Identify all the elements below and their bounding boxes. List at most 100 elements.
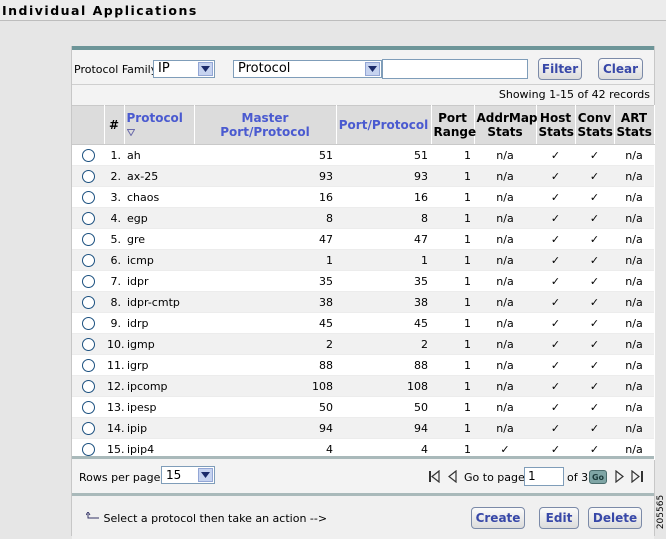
row-select-cell bbox=[72, 165, 104, 187]
row-host-stats: ✓ bbox=[536, 417, 575, 439]
row-select-radio[interactable] bbox=[81, 316, 95, 330]
table-row[interactable]: 9. idrp 45 45 1 n/a ✓ ✓ n/a bbox=[72, 312, 654, 334]
column-header-master-port[interactable]: Master Port/Protocol bbox=[194, 105, 337, 145]
host-line1: Host bbox=[539, 111, 572, 125]
row-art-stats: n/a bbox=[614, 228, 654, 250]
row-host-stats: ✓ bbox=[536, 228, 575, 250]
row-host-stats: ✓ bbox=[536, 396, 575, 418]
filter-field-select[interactable]: Protocol bbox=[233, 60, 382, 78]
action-bar: Select a protocol then take an action --… bbox=[72, 493, 654, 539]
row-select-radio[interactable] bbox=[81, 295, 95, 309]
row-select-cell bbox=[72, 207, 104, 229]
row-select-radio[interactable] bbox=[81, 211, 95, 225]
row-select-radio[interactable] bbox=[81, 169, 95, 183]
addrmap-line2: Stats bbox=[487, 125, 523, 139]
table-row[interactable]: 3. chaos 16 16 1 n/a ✓ ✓ n/a bbox=[72, 186, 654, 208]
row-master-port: 16 bbox=[194, 186, 336, 208]
row-art-stats: n/a bbox=[614, 417, 654, 439]
row-number: 13. bbox=[104, 396, 125, 418]
table-row[interactable]: 12. ipcomp 108 108 1 n/a ✓ ✓ n/a bbox=[72, 375, 654, 397]
row-art-stats: n/a bbox=[614, 333, 654, 355]
row-art-stats: n/a bbox=[614, 207, 654, 229]
row-master-port: 93 bbox=[194, 165, 336, 187]
row-protocol: idpr-cmtp bbox=[124, 291, 194, 313]
row-select-radio[interactable] bbox=[81, 421, 95, 435]
row-addrmap-stats: n/a bbox=[474, 354, 536, 376]
create-button[interactable]: Create bbox=[471, 507, 525, 529]
row-master-port: 8 bbox=[194, 207, 336, 229]
row-port-range: 1 bbox=[431, 417, 474, 439]
go-to-page-label: Go to page: bbox=[464, 471, 529, 484]
port-range-line2: Range bbox=[433, 125, 477, 139]
row-port-protocol: 16 bbox=[336, 186, 431, 208]
row-addrmap-stats: n/a bbox=[474, 333, 536, 355]
rows-per-page-select[interactable]: 15 bbox=[161, 466, 215, 484]
row-addrmap-stats: n/a bbox=[474, 186, 536, 208]
row-conv-stats: ✓ bbox=[575, 165, 614, 187]
filter-text-input[interactable] bbox=[382, 59, 528, 79]
row-select-radio[interactable] bbox=[81, 358, 95, 372]
table-row[interactable]: 5. gre 47 47 1 n/a ✓ ✓ n/a bbox=[72, 228, 654, 250]
row-select-radio[interactable] bbox=[81, 274, 95, 288]
row-art-stats: n/a bbox=[614, 165, 654, 187]
table-row[interactable]: 8. idpr-cmtp 38 38 1 n/a ✓ ✓ n/a bbox=[72, 291, 654, 313]
row-host-stats: ✓ bbox=[536, 354, 575, 376]
column-header-addrmap-stats: AddrMap Stats bbox=[474, 105, 538, 145]
table-body: 1. ah 51 51 1 n/a ✓ ✓ n/a 2. ax-25 93 93 1 n/a ✓ ✓ n/a 3. c… bbox=[72, 144, 654, 460]
table-row[interactable]: 4. egp 8 8 1 n/a ✓ ✓ n/a bbox=[72, 207, 654, 229]
row-addrmap-stats: n/a bbox=[474, 165, 536, 187]
table-row[interactable]: 10. igmp 2 2 1 n/a ✓ ✓ n/a bbox=[72, 333, 654, 355]
next-page-icon[interactable] bbox=[615, 469, 625, 486]
row-select-radio[interactable] bbox=[81, 442, 95, 456]
row-master-port: 38 bbox=[194, 291, 336, 313]
row-conv-stats: ✓ bbox=[575, 144, 614, 166]
column-header-port-range: Port Range bbox=[431, 105, 477, 145]
row-art-stats: n/a bbox=[614, 186, 654, 208]
page-total-label: of 3 bbox=[567, 471, 589, 484]
filter-button[interactable]: Filter bbox=[538, 58, 582, 80]
row-select-radio[interactable] bbox=[81, 148, 95, 162]
row-port-protocol: 45 bbox=[336, 312, 431, 334]
column-header-protocol[interactable]: Protocol bbox=[124, 105, 195, 145]
row-protocol: ipcomp bbox=[124, 375, 194, 397]
row-host-stats: ✓ bbox=[536, 333, 575, 355]
table-row[interactable]: 6. icmp 1 1 1 n/a ✓ ✓ n/a bbox=[72, 249, 654, 271]
row-select-radio[interactable] bbox=[81, 253, 95, 267]
table-row[interactable]: 13. ipesp 50 50 1 n/a ✓ ✓ n/a bbox=[72, 396, 654, 418]
row-select-radio[interactable] bbox=[81, 190, 95, 204]
row-host-stats: ✓ bbox=[536, 249, 575, 271]
row-select-radio[interactable] bbox=[81, 379, 95, 393]
row-select-radio[interactable] bbox=[81, 232, 95, 246]
row-master-port: 2 bbox=[194, 333, 336, 355]
row-addrmap-stats: n/a bbox=[474, 417, 536, 439]
pager-bar: Rows per page: 15 Go to page: 1 of 3 Go bbox=[72, 456, 654, 493]
table-row[interactable]: 11. igrp 88 88 1 n/a ✓ ✓ n/a bbox=[72, 354, 654, 376]
column-header-port-protocol[interactable]: Port/Protocol bbox=[336, 105, 432, 145]
row-host-stats: ✓ bbox=[536, 270, 575, 292]
row-addrmap-stats: n/a bbox=[474, 249, 536, 271]
go-button[interactable]: Go bbox=[589, 470, 607, 484]
clear-button[interactable]: Clear bbox=[598, 58, 643, 80]
table-row[interactable]: 2. ax-25 93 93 1 n/a ✓ ✓ n/a bbox=[72, 165, 654, 187]
table-row[interactable]: 14. ipip 94 94 1 n/a ✓ ✓ n/a bbox=[72, 417, 654, 439]
column-header-protocol-label: Protocol bbox=[126, 110, 183, 125]
row-select-radio[interactable] bbox=[81, 337, 95, 351]
edit-button[interactable]: Edit bbox=[539, 507, 579, 529]
page-number-input[interactable]: 1 bbox=[524, 467, 564, 486]
first-page-icon[interactable] bbox=[428, 469, 441, 486]
row-master-port: 94 bbox=[194, 417, 336, 439]
row-conv-stats: ✓ bbox=[575, 270, 614, 292]
row-port-protocol: 8 bbox=[336, 207, 431, 229]
row-port-protocol: 94 bbox=[336, 417, 431, 439]
previous-page-icon[interactable] bbox=[447, 469, 457, 486]
table-row[interactable]: 7. idpr 35 35 1 n/a ✓ ✓ n/a bbox=[72, 270, 654, 292]
delete-button[interactable]: Delete bbox=[588, 507, 642, 529]
last-page-icon[interactable] bbox=[631, 469, 644, 486]
row-select-radio[interactable] bbox=[81, 400, 95, 414]
row-number: 5. bbox=[104, 228, 124, 250]
row-port-range: 1 bbox=[431, 375, 474, 397]
table-row[interactable]: 1. ah 51 51 1 n/a ✓ ✓ n/a bbox=[72, 144, 654, 166]
port-range-line1: Port bbox=[438, 111, 467, 125]
protocol-family-select[interactable]: IP bbox=[153, 60, 215, 78]
row-addrmap-stats: n/a bbox=[474, 228, 536, 250]
